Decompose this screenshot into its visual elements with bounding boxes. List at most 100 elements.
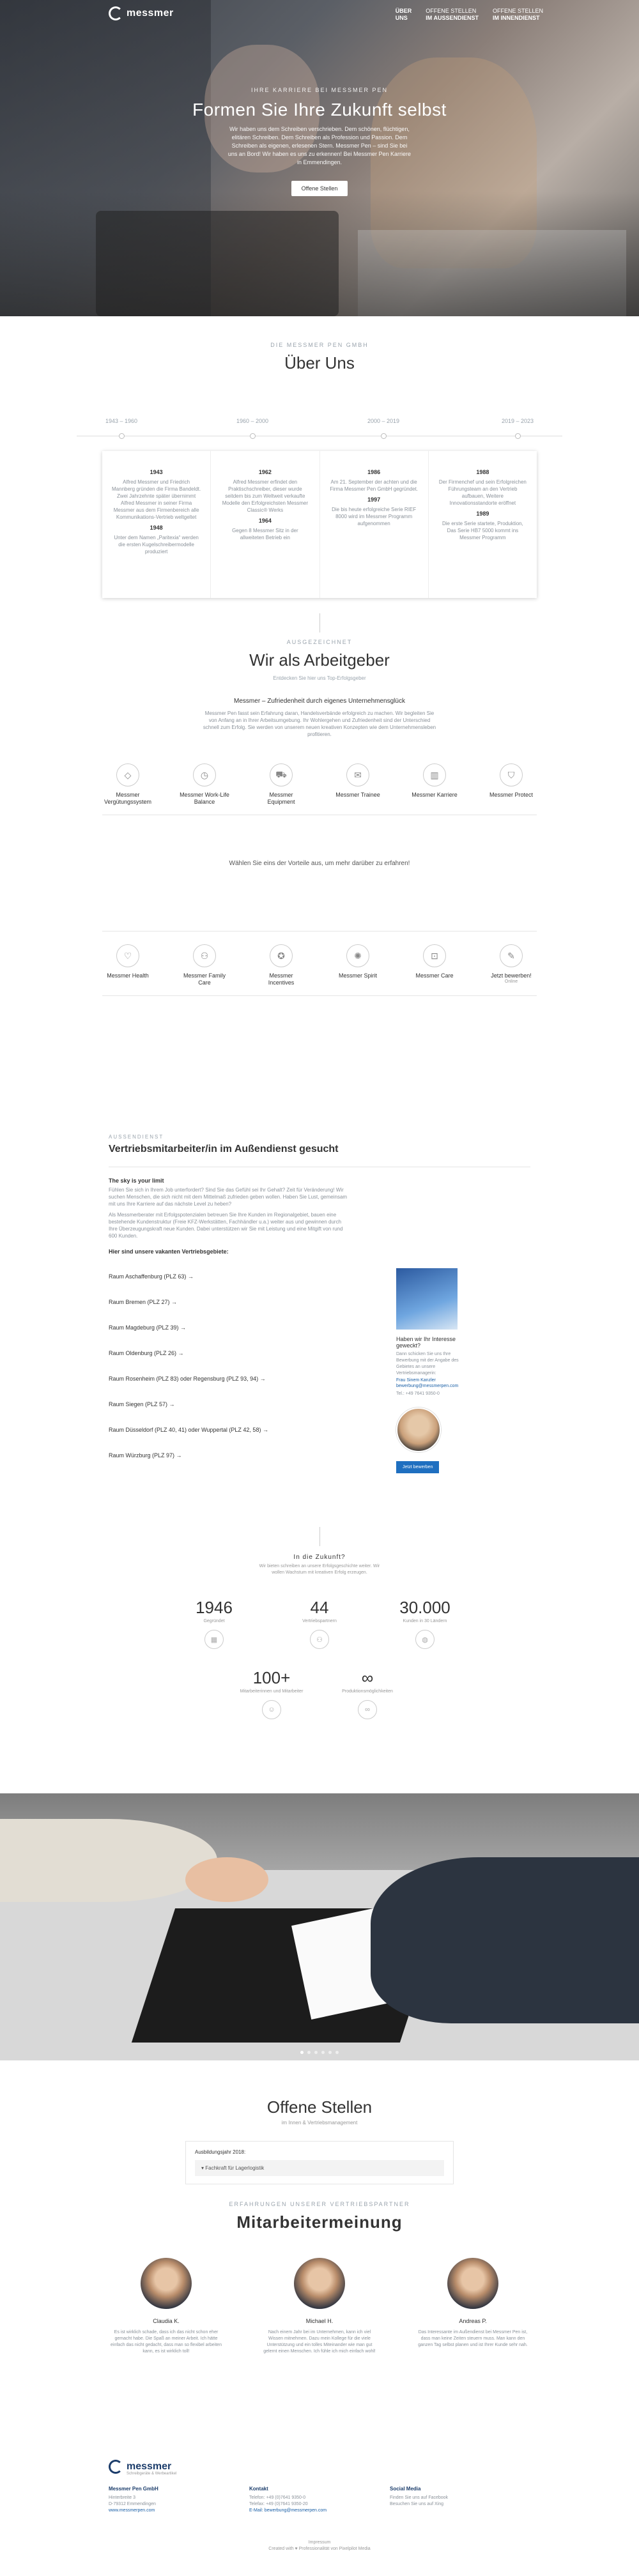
- footer-heading: Social Media: [390, 2486, 421, 2492]
- history-text: Gegen 8 Messmer Sitz in der allweiteten …: [232, 528, 298, 540]
- timeline-point[interactable]: 1943 – 1960: [77, 418, 166, 439]
- medal-icon: ✪: [270, 944, 293, 967]
- benefit-item[interactable]: ⊡ Messmer Care: [409, 944, 460, 986]
- job-area-link[interactable]: Raum Bremen (PLZ 27) →: [109, 1289, 530, 1315]
- slider-dot[interactable]: [321, 2051, 325, 2054]
- history-text: Die bis heute erfolgreiche Serie RIEF 80…: [332, 507, 417, 526]
- testimonial-card: Andreas P. Das Interessante im Außendiens…: [415, 2258, 530, 2355]
- footer-address: Messmer Pen GmbH Hinterbreite 3 D-79312 …: [109, 2486, 249, 2514]
- timeline-label: 2019 – 2023: [501, 418, 534, 424]
- hero-content: Ihre Karriere bei Messmer Pen Formen Sie…: [0, 87, 639, 196]
- benefit-item[interactable]: ◇ Messmer Vergütungssystem: [102, 763, 153, 806]
- website-link[interactable]: www.messmerpen.com: [109, 2508, 249, 2514]
- footer-social: Social Media Finden Sie uns auf Facebook…: [390, 2486, 530, 2514]
- timeline-point[interactable]: 2019 – 2023: [473, 418, 562, 439]
- job-area-link[interactable]: Raum Aschaffenburg (PLZ 63) →: [109, 1264, 530, 1289]
- contact-avatar: [396, 1407, 441, 1452]
- position-label: Fachkraft für Lagerlogistik: [205, 2165, 265, 2171]
- benefit-item[interactable]: ✪ Messmer Incentives: [256, 944, 307, 986]
- job-kicker: Außendienst: [109, 1134, 164, 1140]
- history-text: Alfred Messmer erfindet den Praktischsch…: [222, 479, 309, 513]
- position-accordion-item[interactable]: ▾ Fachkraft für Lagerlogistik: [195, 2160, 444, 2176]
- benefit-label: Messmer Trainee: [335, 792, 380, 798]
- training-year-label: Ausbildungsjahr 2018:: [195, 2149, 246, 2155]
- benefit-item[interactable]: ✎ Jetzt bewerben! Online: [486, 944, 537, 986]
- footer-line: Hinterbreite 3: [109, 2496, 136, 2500]
- nav-item-office-jobs[interactable]: Offene Stellen im Innendienst: [493, 8, 543, 22]
- slider-dot[interactable]: [307, 2051, 311, 2054]
- benefit-item[interactable]: ⛉ Messmer Protect: [486, 763, 537, 806]
- history-year: 1943: [150, 469, 163, 475]
- email-link[interactable]: E-Mail: bewerbung@messmerpen.com: [249, 2508, 390, 2514]
- slider-dot[interactable]: [300, 2051, 304, 2054]
- open-positions-button[interactable]: Offene Stellen: [291, 181, 348, 196]
- contact-email-link[interactable]: bewerbung@messmerpen.com: [396, 1384, 460, 1388]
- about-history-box: 1943 Alfred Messmer und Friedrich Mannbe…: [102, 451, 537, 598]
- lock-icon: ⊡: [423, 944, 446, 967]
- history-text: Alfred Messmer und Friedrich Mannberg gr…: [112, 479, 201, 520]
- nav-item-field-jobs[interactable]: Offene Stellenim Außendienst: [426, 8, 479, 22]
- credits: Created with ♥ Professionalität von Pixe…: [268, 2547, 371, 2551]
- contact-phone: Tel.: +49 7641 9350-0: [396, 1392, 440, 1396]
- facebook-link[interactable]: Finden Sie uns auf Facebook: [390, 2495, 530, 2501]
- clock-icon: ◷: [193, 763, 216, 786]
- footer-heading: Kontakt: [249, 2486, 268, 2492]
- xing-link[interactable]: Besuchen Sie uns auf Xing: [390, 2501, 530, 2508]
- job-areas-list: Raum Aschaffenburg (PLZ 63) → Raum Bremen…: [109, 1264, 530, 1468]
- slider-dot[interactable]: [314, 2051, 318, 2054]
- testimonials-section: Erfahrungen unserer Vertriebspartner Mit…: [0, 2201, 639, 2355]
- timeline-point[interactable]: 1960 – 2000: [208, 418, 297, 439]
- nav-bottom: im Außendienst: [426, 15, 479, 21]
- footer-logo-subtitle: Schreibgeräte & Werbeartikel: [127, 2472, 177, 2476]
- apply-now-button[interactable]: Jetzt bewerben: [396, 1461, 440, 1473]
- job-area-link[interactable]: Raum Würzburg (PLZ 97) →: [109, 1443, 530, 1468]
- employer-kicker: Ausgezeichnet: [286, 639, 353, 645]
- benefit-item[interactable]: ▥ Messmer Karriere: [409, 763, 460, 806]
- testimonial-card: Michael H. Nach einem Jahr bei im Unterne…: [262, 2258, 377, 2355]
- job-section: Außendienst Vertriebsmitarbeiter/in im A…: [109, 1134, 530, 1473]
- person-avatar: [447, 2258, 498, 2309]
- person-name: Michael H.: [305, 2318, 334, 2324]
- open-positions-box: Ausbildungsjahr 2018: ▾ Fachkraft für La…: [185, 2141, 454, 2184]
- benefit-label: Messmer Incentives: [268, 972, 295, 986]
- nav-item-about[interactable]: Über Uns: [396, 8, 412, 22]
- job-title: Vertriebsmitarbeiter/in im Außendienst g…: [109, 1144, 339, 1154]
- benefit-item[interactable]: ♡ Messmer Health: [102, 944, 153, 986]
- benefit-item[interactable]: ✉ Messmer Trainee: [332, 763, 383, 806]
- timeline-dot: [514, 433, 521, 439]
- person-name: Andreas P.: [459, 2318, 487, 2324]
- employer-subtitle: Entdecken Sie hier uns Top-Erfolgsgeber: [273, 675, 366, 681]
- benefit-item[interactable]: ⚇ Messmer Family Care: [179, 944, 230, 986]
- job-area-link[interactable]: Raum Düsseldorf (PLZ 40, 41) oder Wupper…: [109, 1417, 530, 1443]
- open-positions-section: Offene Stellen im Innen & Vertriebsmanag…: [0, 2097, 639, 2184]
- benefit-label: Messmer Care: [415, 972, 454, 979]
- employer-text: Messmer Pen fasst sein Erfahrung daran, …: [203, 710, 436, 737]
- benefits-row-1: ◇ Messmer Vergütungssystem ◷ Messmer Work-L…: [0, 763, 639, 806]
- page: messmer ÜberUns Offene Stellenim Außendi…: [0, 0, 639, 2576]
- diamond-icon: ◇: [116, 763, 139, 786]
- person-name: Claudia K.: [153, 2318, 180, 2324]
- footer-columns: Messmer Pen GmbH Hinterbreite 3 D-79312 …: [109, 2486, 530, 2514]
- footer-line: Telefon: +49 (0)7641 9350-0: [249, 2496, 306, 2500]
- job-area-link[interactable]: Raum Siegen (PLZ 57) →: [109, 1392, 530, 1417]
- slider-dot[interactable]: [328, 2051, 332, 2054]
- logo-text: messmer: [127, 8, 174, 19]
- hero-kicker: Ihre Karriere bei Messmer Pen: [250, 87, 389, 93]
- job-area-link[interactable]: Raum Magdeburg (PLZ 39) →: [109, 1315, 530, 1340]
- nav-bottom: im Innendienst: [492, 15, 540, 21]
- job-area-link[interactable]: Raum Oldenburg (PLZ 26) →: [109, 1340, 530, 1366]
- benefit-item[interactable]: ⛟ Messmer Equipment: [256, 763, 307, 806]
- future-title: In die Zukunft?: [293, 1554, 346, 1561]
- timeline-point[interactable]: 2000 – 2019: [339, 418, 428, 439]
- benefit-item[interactable]: ✺ Messmer Spirit: [332, 944, 383, 986]
- benefit-item[interactable]: ◷ Messmer Work-Life Balance: [179, 763, 230, 806]
- history-year: 1997: [367, 496, 381, 503]
- job-area-link[interactable]: Raum Rosenheim (PLZ 83) oder Regensburg …: [109, 1366, 530, 1392]
- imprint-link[interactable]: Impressum: [109, 2540, 530, 2546]
- globe-icon: ◍: [415, 1630, 435, 1649]
- history-column: 1986 Am 21. September der achten und die…: [320, 451, 429, 598]
- stat-label: Gegründet: [203, 1619, 225, 1623]
- header-logo[interactable]: messmer: [109, 6, 174, 20]
- person-quote: Nach einem Jahr bei im Unternehmen, kann…: [263, 2330, 376, 2354]
- slider-dot[interactable]: [335, 2051, 339, 2054]
